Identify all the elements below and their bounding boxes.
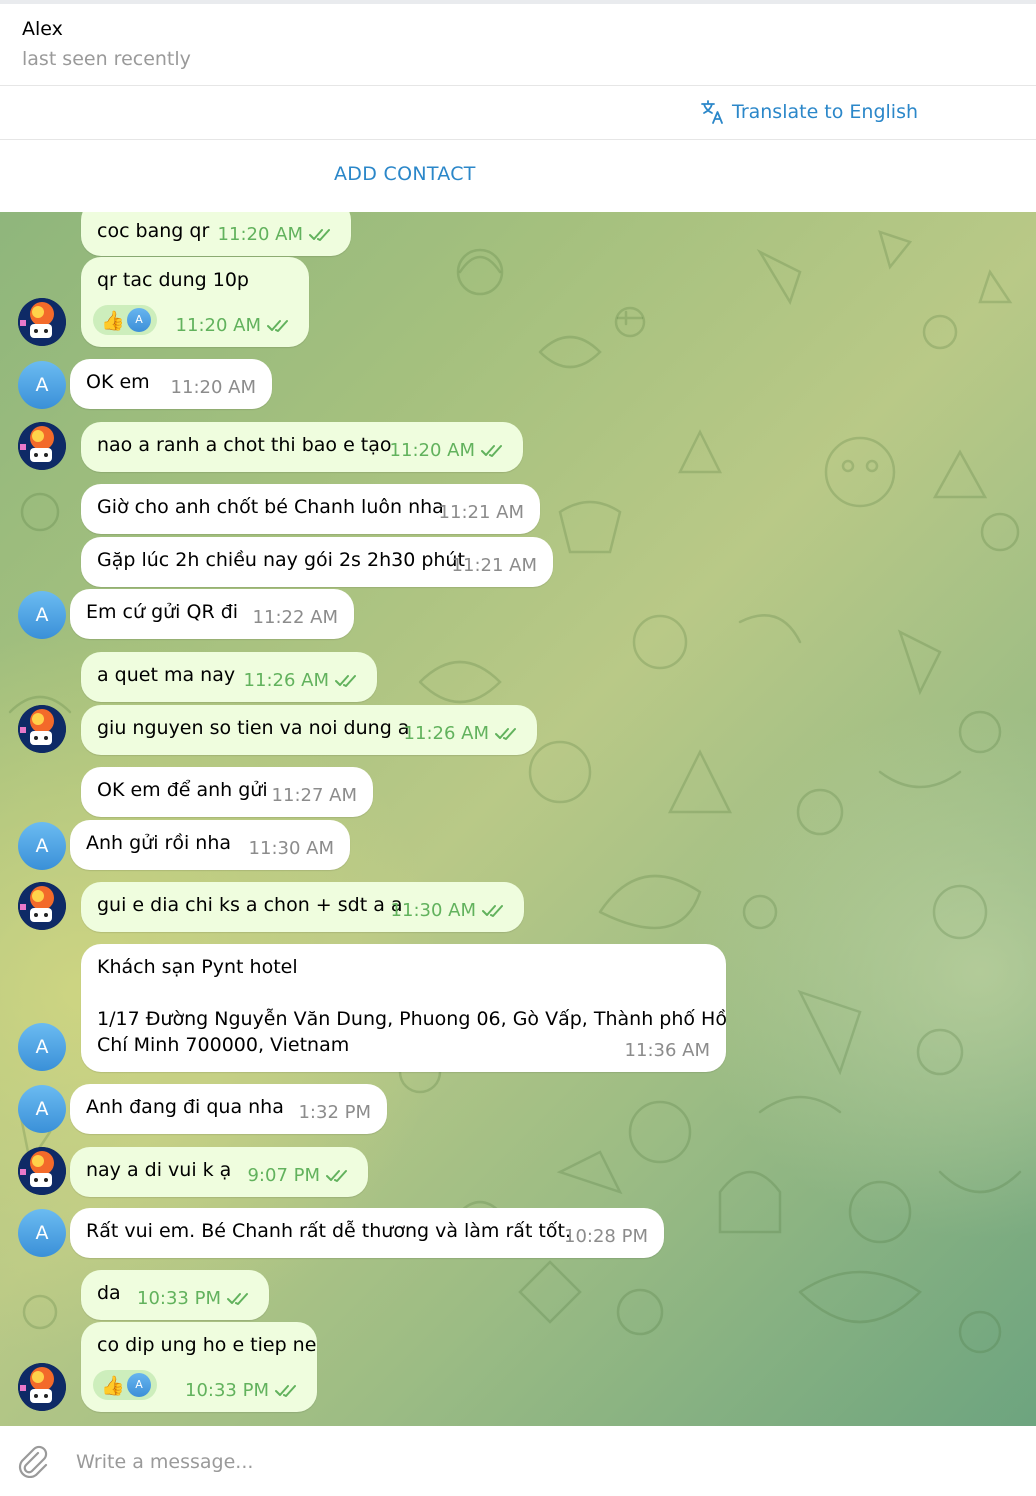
message-outgoing[interactable]: da 10:33 PM <box>81 1270 269 1320</box>
message-meta: 10:33 PM <box>137 1286 253 1312</box>
message-time: 1:32 PM <box>298 1102 371 1123</box>
double-check-icon <box>335 675 356 687</box>
message-time: 10:28 PM <box>564 1226 648 1247</box>
own-avatar[interactable] <box>18 705 66 753</box>
message-outgoing[interactable]: nao a ranh a chot thi bao e tạo 11:20 AM <box>81 422 523 472</box>
add-contact-button[interactable]: ADD CONTACT <box>334 163 476 185</box>
message-time: 11:30 AM <box>248 838 334 859</box>
contact-status: last seen recently <box>22 48 191 70</box>
own-avatar[interactable] <box>18 422 66 470</box>
message-meta: 11:20 AM <box>176 313 293 339</box>
contact-avatar[interactable]: A <box>18 1023 66 1071</box>
message-text: gui e dia chi ks a chon + sdt a a <box>97 894 403 916</box>
message-text: Rất vui em. Bé Chanh rất dễ thương và là… <box>86 1220 571 1242</box>
double-check-icon <box>227 1293 248 1305</box>
message-composer <box>0 1426 1036 1496</box>
reactor-avatar: A <box>127 1373 151 1397</box>
message-line <box>97 980 710 1006</box>
message-time: 11:22 AM <box>252 607 338 628</box>
reaction-chip[interactable]: 👍 A <box>93 305 157 335</box>
reactor-avatar: A <box>127 308 151 332</box>
double-check-icon <box>482 905 503 917</box>
message-text: OK em <box>86 371 150 393</box>
double-check-icon <box>275 1385 296 1397</box>
message-input[interactable] <box>74 1444 978 1480</box>
message-incoming[interactable]: Giờ cho anh chốt bé Chanh luôn nha 11:21… <box>81 484 540 534</box>
message-meta: 11:20 AM <box>390 438 507 464</box>
message-outgoing[interactable]: a quet ma nay 11:26 AM <box>81 652 377 702</box>
message-text: da <box>97 1282 121 1304</box>
contact-avatar[interactable]: A <box>18 822 66 870</box>
contact-avatar[interactable]: A <box>18 591 66 639</box>
own-avatar[interactable] <box>18 1147 66 1195</box>
message-incoming[interactable]: Gặp lúc 2h chiều nay gói 2s 2h30 phút 11… <box>81 537 553 587</box>
add-contact-bar: ADD CONTACT <box>0 140 1036 212</box>
translate-icon <box>701 100 723 124</box>
message-line: Chí Minh 700000, Vietnam <box>97 1034 350 1056</box>
double-check-icon <box>267 320 288 332</box>
translate-bar: Translate to English <box>0 86 1036 140</box>
own-avatar[interactable] <box>18 882 66 930</box>
message-text: giu nguyen so tien va noi dung a <box>97 717 410 739</box>
message-text: Anh đang đi qua nha <box>86 1096 284 1118</box>
translate-button[interactable]: Translate to English <box>700 97 918 127</box>
message-time: 11:27 AM <box>271 785 357 806</box>
thumbs-up-icon: 👍 <box>101 310 125 332</box>
message-meta: 11:20 AM <box>218 222 335 248</box>
message-text: nay a di vui k ạ <box>86 1159 232 1181</box>
contact-avatar[interactable]: A <box>18 361 66 409</box>
thumbs-up-icon: 👍 <box>101 1375 125 1397</box>
message-line: Khách sạn Pynt hotel <box>97 956 298 978</box>
message-incoming[interactable]: Rất vui em. Bé Chanh rất dễ thương và là… <box>70 1208 664 1258</box>
message-text: nao a ranh a chot thi bao e tạo <box>97 434 392 456</box>
message-meta: 10:33 PM <box>185 1378 301 1404</box>
own-avatar[interactable] <box>18 1363 66 1411</box>
double-check-icon <box>309 229 330 241</box>
message-incoming[interactable]: OK em để anh gửi 11:27 AM <box>81 767 373 817</box>
message-time: 11:20 AM <box>170 377 256 398</box>
double-check-icon <box>326 1170 347 1182</box>
message-incoming[interactable]: OK em 11:20 AM <box>70 359 272 409</box>
message-meta: 11:26 AM <box>244 668 361 694</box>
reaction-chip[interactable]: 👍 A <box>93 1370 157 1400</box>
message-time: 11:21 AM <box>438 502 524 523</box>
message-outgoing[interactable]: co dip ung ho e tiep ne 👍 A 10:33 PM <box>81 1322 317 1412</box>
double-check-icon <box>495 728 516 740</box>
message-incoming[interactable]: Em cứ gửi QR đi 11:22 AM <box>70 589 354 639</box>
message-text: OK em để anh gửi <box>97 779 268 801</box>
message-text: a quet ma nay <box>97 664 236 686</box>
message-time: 11:21 AM <box>451 555 537 576</box>
double-check-icon <box>481 445 502 457</box>
contact-name[interactable]: Alex <box>22 18 63 40</box>
message-outgoing[interactable]: qr tac dung 10p 👍 A 11:20 AM <box>81 257 309 347</box>
message-outgoing[interactable]: giu nguyen so tien va noi dung a 11:26 A… <box>81 705 537 755</box>
message-time: 11:36 AM <box>624 1040 710 1061</box>
message-line: 1/17 Đường Nguyễn Văn Dung, Phuong 06, G… <box>97 1008 727 1030</box>
message-incoming[interactable]: Khách sạn Pynt hotel 1/17 Đường Nguyễn V… <box>81 944 727 1072</box>
message-outgoing[interactable]: nay a di vui k ạ 9:07 PM <box>70 1147 368 1197</box>
message-text: Em cứ gửi QR đi <box>86 601 239 623</box>
contact-avatar[interactable]: A <box>18 1085 66 1133</box>
message-text: Gặp lúc 2h chiều nay gói 2s 2h30 phút <box>97 549 465 571</box>
own-avatar[interactable] <box>18 298 66 346</box>
message-meta: 11:26 AM <box>404 721 521 747</box>
message-text: qr tac dung 10p <box>97 269 249 291</box>
paperclip-icon <box>18 1445 48 1479</box>
message-list[interactable]: coc bang qr 11:20 AM qr tac dung 10p 👍 A… <box>0 212 1036 1426</box>
message-text: Anh gửi rồi nha <box>86 832 232 854</box>
message-incoming[interactable]: Anh đang đi qua nha 1:32 PM <box>70 1084 387 1134</box>
message-text: coc bang qr <box>97 220 210 242</box>
message-meta: 9:07 PM <box>247 1163 352 1189</box>
message-outgoing[interactable]: coc bang qr 11:20 AM <box>81 212 351 256</box>
message-meta: 11:30 AM <box>391 898 508 924</box>
translate-label: Translate to English <box>732 101 919 123</box>
chat-header[interactable]: Alex last seen recently <box>0 4 1036 86</box>
message-text: co dip ung ho e tiep ne <box>97 1334 317 1356</box>
message-incoming[interactable]: Anh gửi rồi nha 11:30 AM <box>70 820 350 870</box>
contact-avatar[interactable]: A <box>18 1209 66 1257</box>
message-outgoing[interactable]: gui e dia chi ks a chon + sdt a a 11:30 … <box>81 882 524 932</box>
message-text: Giờ cho anh chốt bé Chanh luôn nha <box>97 496 444 518</box>
attach-button[interactable] <box>16 1444 50 1482</box>
